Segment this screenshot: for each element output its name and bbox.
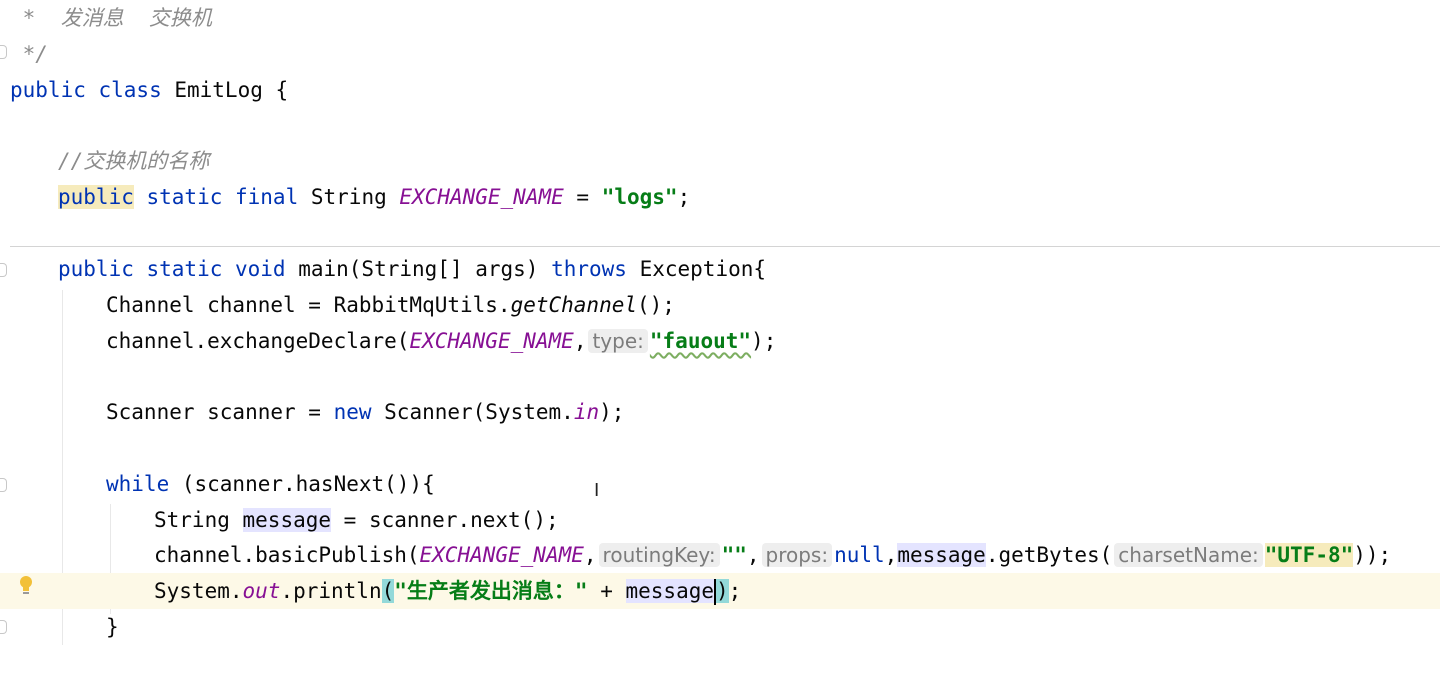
string-literal: "fauout" — [649, 329, 752, 353]
code-text: ; — [728, 579, 742, 603]
type-name: String — [310, 185, 400, 209]
code-line[interactable]: channel.basicPublish(EXCHANGE_NAME, routi… — [0, 537, 1440, 573]
keyword: while — [106, 472, 170, 496]
comment-text: * 发消息 交换机 — [10, 6, 212, 30]
lightbulb-icon[interactable] — [18, 575, 34, 597]
code-text: System. — [154, 579, 243, 603]
constant-name: EXCHANGE_NAME — [399, 185, 564, 209]
code-text: , — [884, 543, 898, 567]
constant-name: EXCHANGE_NAME — [409, 329, 574, 353]
keyword: null — [834, 543, 885, 567]
statement: String message = scanner.next(); — [154, 502, 559, 538]
code-line[interactable]: channel.exchangeDeclare(EXCHANGE_NAME, ty… — [0, 323, 1440, 359]
code-text: , — [573, 329, 587, 353]
code-line[interactable]: } — [0, 609, 1440, 645]
semicolon: ; — [677, 185, 691, 209]
brace-match: ) — [716, 579, 729, 603]
keyword: public class — [10, 78, 162, 102]
string-literal: "生产者发出消息：" — [394, 579, 588, 603]
statement: channel.exchangeDeclare(EXCHANGE_NAME, ty… — [106, 323, 776, 359]
code-text: Scanner scanner = — [106, 400, 334, 424]
code-text: , — [583, 543, 597, 567]
keyword: public static void — [58, 257, 286, 281]
method-separator — [10, 246, 1440, 247]
brace-match: ( — [381, 579, 395, 603]
method-signature: main(String[] args) — [285, 257, 552, 281]
code-text: channel.basicPublish( — [154, 543, 420, 567]
code-line[interactable]: String message = scanner.next(); — [0, 502, 1440, 538]
code-text: ); — [599, 400, 625, 424]
operator: + — [587, 579, 626, 603]
operator: = — [563, 185, 602, 209]
closing-brace: } — [106, 615, 119, 639]
statement: channel.basicPublish(EXCHANGE_NAME, routi… — [154, 537, 1391, 573]
code-text: )); — [1353, 543, 1392, 567]
parameter-hint: charsetName: — [1114, 543, 1263, 567]
keyword: new — [333, 400, 372, 424]
statement: System.out.println("生产者发出消息：" + message)… — [154, 573, 741, 609]
string-literal: "logs" — [601, 185, 678, 209]
code-line[interactable]: //交换机的名称 — [0, 143, 1440, 179]
statement: while (scanner.hasNext()){ — [106, 466, 435, 502]
static-field: out — [242, 579, 281, 603]
variable-usage: message — [242, 508, 332, 532]
variable-usage: message — [897, 543, 986, 567]
statement: Scanner scanner = new Scanner(System.in)… — [106, 394, 624, 430]
method-declaration: public static void main(String[] args) t… — [58, 251, 766, 287]
code-line[interactable]: Channel channel = RabbitMqUtils.getChann… — [0, 287, 1440, 323]
class-declaration: public class EmitLog { — [10, 72, 288, 108]
mouse-ibeam-icon: I — [594, 480, 600, 501]
code-line[interactable]: public static final String EXCHANGE_NAME… — [0, 179, 1440, 215]
static-field: in — [573, 400, 600, 424]
code-text: Channel channel = RabbitMqUtils. — [106, 293, 511, 317]
code-text: channel.exchangeDeclare( — [106, 329, 410, 353]
code-line[interactable]: public static void main(String[] args) t… — [0, 251, 1440, 287]
method-call: getChannel — [510, 293, 638, 317]
code-text: (); — [637, 293, 675, 317]
code-text: .getBytes( — [985, 543, 1113, 567]
code-line[interactable]: while (scanner.hasNext()){ — [0, 466, 1440, 502]
class-name: EmitLog { — [161, 78, 289, 102]
code-line[interactable]: Scanner scanner = new Scanner(System.in)… — [0, 394, 1440, 430]
variable-usage: message — [625, 579, 715, 603]
code-text: (scanner.hasNext()){ — [169, 472, 435, 496]
code-text: ); — [751, 329, 777, 353]
parameter-hint: routingKey: — [598, 543, 720, 567]
parameter-hint: props: — [761, 543, 833, 567]
code-line[interactable]: */ — [0, 36, 1440, 72]
constant-name: EXCHANGE_NAME — [419, 543, 584, 567]
string-literal: "UTF-8" — [1264, 543, 1354, 567]
type-name: String — [154, 508, 243, 532]
statement: Channel channel = RabbitMqUtils.getChann… — [106, 287, 675, 323]
parameter-hint: type: — [588, 329, 648, 353]
current-line[interactable]: System.out.println("生产者发出消息：" + message)… — [0, 573, 1440, 609]
method-call: .println — [280, 579, 382, 603]
code-line[interactable]: public class EmitLog { — [0, 72, 1440, 108]
code-text: = scanner.next(); — [331, 508, 559, 532]
field-declaration: public static final String EXCHANGE_NAME… — [58, 179, 690, 215]
keyword: throws — [551, 257, 627, 281]
code-text: , — [746, 543, 760, 567]
comment-text: */ — [10, 42, 48, 66]
keyword: static final — [133, 185, 311, 209]
comment-text: //交换机的名称 — [58, 149, 210, 173]
keyword: public — [58, 185, 134, 209]
exception-type: Exception{ — [626, 257, 767, 281]
string-literal: "" — [721, 543, 747, 567]
code-line[interactable]: * 发消息 交换机 — [0, 0, 1440, 36]
code-text: Scanner(System. — [371, 400, 574, 424]
